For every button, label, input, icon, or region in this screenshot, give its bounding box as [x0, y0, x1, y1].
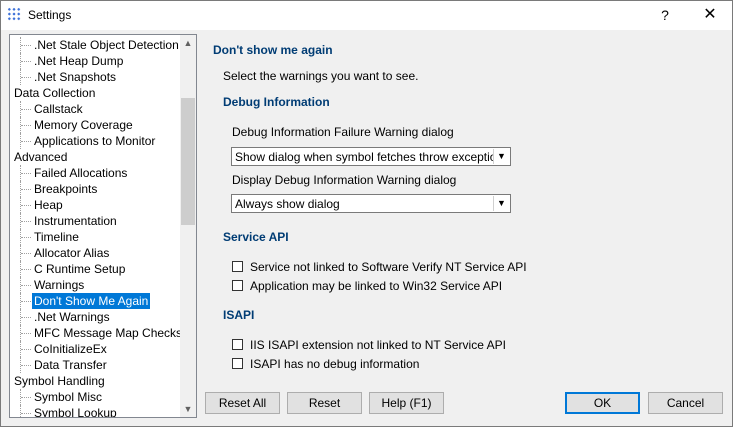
tree-item-label: CoInitializeEx — [34, 342, 107, 356]
help-button[interactable]: Help (F1) — [369, 392, 444, 414]
tree-item-label: Data Transfer — [34, 358, 107, 372]
chevron-down-icon[interactable]: ▼ — [493, 149, 509, 164]
tree-item[interactable]: MFC Message Map Checks — [10, 325, 182, 341]
debug-failure-value: Show dialog when symbol fetches throw ex… — [235, 150, 510, 164]
tree-item-label: Applications to Monitor — [34, 134, 156, 148]
tree-item[interactable]: Symbol Misc — [10, 389, 180, 405]
tree-item[interactable]: CoInitializeEx — [10, 341, 180, 357]
ok-button[interactable]: OK — [565, 392, 640, 414]
tree-item[interactable]: Memory Coverage — [10, 117, 180, 133]
tree-item-label: Symbol Handling — [14, 374, 105, 388]
tree-group[interactable]: Advanced — [10, 149, 180, 165]
tree-item-label: Warnings — [34, 278, 85, 292]
tree-item-label: .Net Stale Object Detection — [34, 38, 179, 52]
tree-item-label: Breakpoints — [34, 182, 98, 196]
debug-display-label: Display Debug Information Warning dialog — [232, 173, 457, 187]
tree-scrollbar[interactable]: ▲ ▼ — [180, 35, 196, 417]
tree-item-label: Data Collection — [14, 86, 96, 100]
tree-item[interactable]: .Net Snapshots — [10, 69, 180, 85]
tree-item-label: Memory Coverage — [34, 118, 133, 132]
checkbox[interactable] — [232, 339, 243, 350]
scroll-down-icon[interactable]: ▼ — [180, 401, 196, 417]
tree-item-label: .Net Warnings — [34, 310, 110, 324]
cancel-button[interactable]: Cancel — [648, 392, 723, 414]
tree-item[interactable]: .Net Heap Dump — [10, 53, 180, 69]
debug-display-value: Always show dialog — [235, 197, 340, 211]
tree-item-label: Timeline — [34, 230, 79, 244]
tree-item[interactable]: Breakpoints — [10, 181, 180, 197]
tree-item[interactable]: Heap — [10, 197, 180, 213]
isapi-check-2-label: ISAPI has no debug information — [250, 357, 420, 371]
tree-item-label: C Runtime Setup — [34, 262, 126, 276]
tree-item[interactable]: Applications to Monitor — [10, 133, 180, 149]
title-bar: Settings ? ✕ — [1, 1, 732, 30]
checkbox[interactable] — [232, 261, 243, 272]
tree-item[interactable]: Callstack — [10, 101, 180, 117]
tree-item-label: Instrumentation — [34, 214, 117, 228]
tree-item-label: .Net Snapshots — [34, 70, 117, 84]
debug-failure-label: Debug Information Failure Warning dialog — [232, 125, 454, 139]
settings-tree[interactable]: .Net Stale Object Detection .Net Heap Dum… — [9, 34, 197, 418]
tree-item-label: Don't Show Me Again — [32, 293, 151, 309]
checkbox[interactable] — [232, 280, 243, 291]
panel-subtitle: Select the warnings you want to see. — [223, 69, 419, 83]
scroll-up-icon[interactable]: ▲ — [180, 35, 196, 51]
tree-item[interactable]: Failed Allocations — [10, 165, 180, 181]
tree-item-label: Heap — [34, 198, 63, 212]
settings-window: Settings ? ✕ .Net Stale Object Detection… — [0, 0, 733, 427]
window-title: Settings — [28, 8, 72, 22]
settings-panel: Don't show me again Select the warnings … — [204, 34, 726, 386]
isapi-check-1-label: IIS ISAPI extension not linked to NT Ser… — [250, 338, 506, 352]
tree-item-label: Allocator Alias — [34, 246, 110, 260]
service-check-2-label: Application may be linked to Win32 Servi… — [250, 279, 503, 293]
tree-item-label: Failed Allocations — [34, 166, 128, 180]
tree-item[interactable]: Data Transfer — [10, 357, 180, 373]
tree-group[interactable]: Symbol Handling — [10, 373, 180, 389]
chevron-down-icon[interactable]: ▼ — [493, 196, 509, 211]
tree-item[interactable]: .Net Stale Object Detection — [10, 37, 180, 53]
tree-item[interactable]: .Net Warnings — [10, 309, 180, 325]
checkbox[interactable] — [232, 358, 243, 369]
reset-button[interactable]: Reset — [287, 392, 362, 414]
debug-failure-select[interactable]: Show dialog when symbol fetches throw ex… — [231, 147, 511, 166]
tree-item[interactable]: Allocator Alias — [10, 245, 180, 261]
tree-item-label: Advanced — [14, 150, 68, 164]
tree-item-label: Symbol Misc — [34, 390, 103, 404]
tree-item-label: Callstack — [34, 102, 83, 116]
debug-info-heading: Debug Information — [223, 95, 330, 109]
scroll-thumb[interactable] — [181, 98, 195, 225]
debug-display-select[interactable]: Always show dialog ▼ — [231, 194, 511, 213]
tree-item[interactable]: Warnings — [10, 277, 180, 293]
panel-title: Don't show me again — [213, 43, 333, 57]
tree-item[interactable]: C Runtime Setup — [10, 261, 180, 277]
tree-item-label: .Net Heap Dump — [34, 54, 124, 68]
reset-all-button[interactable]: Reset All — [205, 392, 280, 414]
help-title-button[interactable]: ? — [654, 5, 676, 25]
close-icon[interactable]: ✕ — [697, 5, 723, 25]
tree-item[interactable]: Don't Show Me Again — [10, 293, 180, 309]
service-api-heading: Service API — [223, 230, 289, 244]
app-icon — [7, 7, 21, 21]
tree-item[interactable]: Timeline — [10, 229, 180, 245]
tree-item[interactable]: Symbol Lookup — [10, 405, 180, 418]
tree-list: .Net Stale Object Detection .Net Heap Dum… — [10, 37, 182, 418]
tree-item-label: MFC Message Map Checks — [34, 326, 183, 340]
service-check-1-label: Service not linked to Software Verify NT… — [250, 260, 527, 274]
tree-group[interactable]: Data Collection — [10, 85, 180, 101]
isapi-heading: ISAPI — [223, 308, 255, 322]
tree-item-label: Symbol Lookup — [34, 406, 117, 418]
tree-item[interactable]: Instrumentation — [10, 213, 180, 229]
